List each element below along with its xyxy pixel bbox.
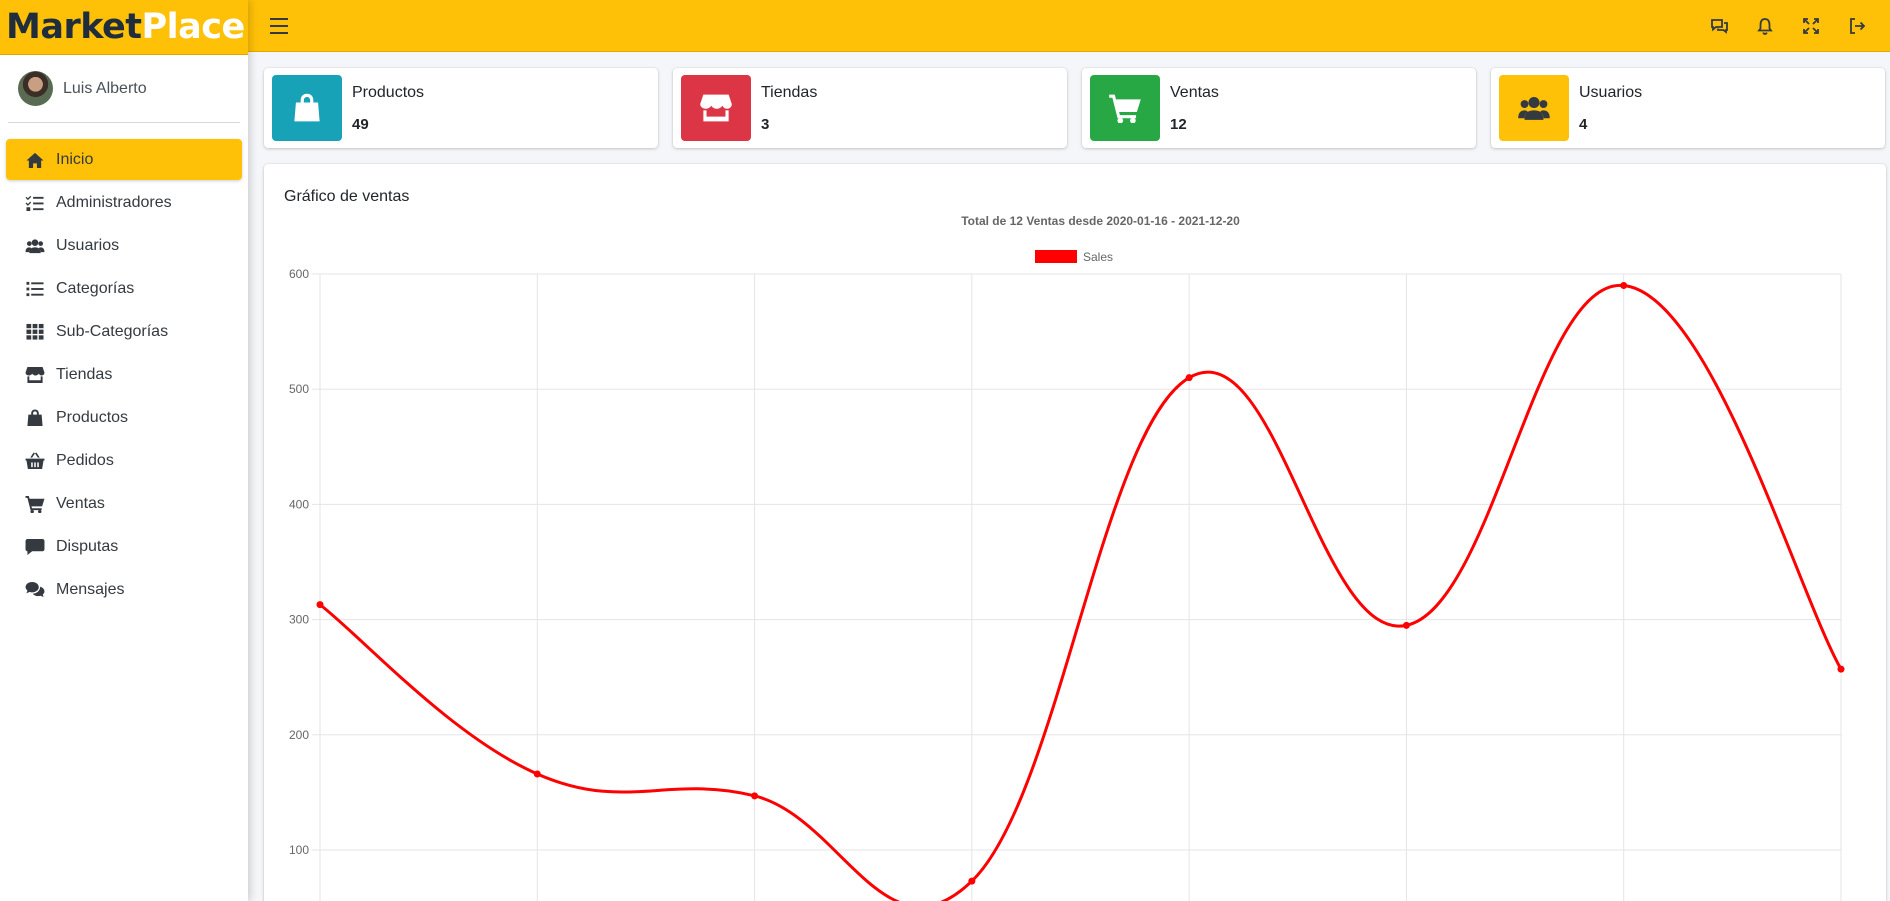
comment-icon	[24, 538, 46, 556]
y-tick-label: 200	[289, 728, 309, 742]
sidebar-item-label: Tiendas	[56, 365, 113, 383]
stat-card-value: 49	[352, 115, 369, 133]
sidebar-item-label: Inicio	[56, 150, 94, 168]
sidebar-item-label: Categorías	[56, 279, 135, 297]
y-tick-label: 500	[289, 382, 309, 396]
sales-chart-panel: Gráfico de ventas Total de 12 Ventas des…	[264, 164, 1886, 901]
list-icon	[24, 280, 46, 298]
stat-card-value: 12	[1170, 115, 1187, 133]
sidebar: MarketPlace Luis Alberto Inicio Administr…	[0, 0, 248, 901]
sidebar-item-productos[interactable]: Productos	[6, 397, 242, 438]
sidebar-item-label: Ventas	[56, 494, 105, 512]
logout-icon[interactable]	[1834, 6, 1880, 46]
sidebar-item-label: Usuarios	[56, 236, 120, 254]
sidebar-item-label: Mensajes	[56, 580, 125, 598]
legend-label: Sales	[1083, 250, 1113, 264]
stat-card-tiendas[interactable]: Tiendas 3	[673, 68, 1067, 148]
sidebar-item-label: Pedidos	[56, 451, 114, 469]
sidebar-item-administradores[interactable]: Administradores	[6, 182, 242, 223]
bell-icon[interactable]	[1742, 6, 1788, 46]
users-icon	[24, 237, 46, 255]
sidebar-item-label: Productos	[56, 408, 129, 426]
data-point	[751, 792, 759, 800]
stat-card-label: Usuarios	[1579, 83, 1643, 101]
y-tick-label: 600	[289, 267, 309, 281]
stat-card-value: 4	[1579, 115, 1588, 133]
list-check-icon	[24, 194, 46, 212]
cart-icon	[1090, 75, 1160, 141]
brand-logo[interactable]: MarketPlace	[0, 0, 248, 55]
stat-card-ventas[interactable]: Ventas 12	[1082, 68, 1476, 148]
brand-logo-part2: Place	[141, 6, 246, 47]
sidebar-item-usuarios[interactable]: Usuarios	[6, 225, 242, 266]
brand-logo-part1: Market	[6, 6, 142, 47]
user-panel[interactable]: Luis Alberto	[8, 55, 240, 123]
sidebar-item-tiendas[interactable]: Tiendas	[6, 354, 242, 395]
store-icon	[24, 366, 46, 384]
stat-card-label: Ventas	[1170, 83, 1219, 101]
sidebar-item-label: Sub-Categorías	[56, 322, 169, 340]
stat-cards: Productos 49 Tiendas 3 Ventas 12 Usuarios 4	[264, 68, 1886, 148]
stat-card-label: Productos	[352, 83, 425, 101]
avatar[interactable]	[18, 71, 53, 106]
cart-icon	[24, 495, 46, 513]
data-point	[533, 770, 541, 778]
data-point	[1620, 282, 1628, 290]
shopping-bag-icon	[24, 408, 46, 427]
y-tick-label: 300	[289, 613, 309, 627]
sidebar-item-sub-categorias[interactable]: Sub-Categorías	[6, 311, 242, 352]
shopping-bag-icon	[272, 75, 342, 141]
sidebar-item-label: Disputas	[56, 537, 119, 555]
data-point	[968, 877, 976, 885]
sidebar-item-inicio[interactable]: Inicio	[6, 139, 242, 180]
y-tick-label: 100	[289, 843, 309, 857]
basket-icon	[24, 451, 46, 470]
expand-icon[interactable]	[1788, 6, 1834, 46]
sidebar-item-pedidos[interactable]: Pedidos	[6, 440, 242, 481]
user-name[interactable]: Luis Alberto	[63, 80, 147, 98]
data-point	[1402, 621, 1410, 629]
sidebar-item-label: Administradores	[56, 193, 172, 211]
y-tick-label: 400	[289, 497, 309, 511]
sales-series-line	[319, 283, 1843, 901]
chat-icon[interactable]	[1696, 6, 1742, 46]
topbar-icons	[1696, 6, 1880, 46]
home-icon	[24, 151, 46, 169]
users-icon	[1499, 75, 1569, 141]
stat-card-productos[interactable]: Productos 49	[264, 68, 658, 148]
stat-card-usuarios[interactable]: Usuarios 4	[1491, 68, 1885, 148]
sidebar-nav: Inicio Administradores Usuarios Categorías S…	[0, 123, 248, 610]
legend-swatch	[1035, 250, 1077, 263]
chart-title: Total de 12 Ventas desde 2020-01-16 - 20…	[961, 214, 1240, 228]
sidebar-item-ventas[interactable]: Ventas	[6, 483, 242, 524]
menu-toggle-icon[interactable]	[270, 17, 288, 34]
data-point	[1185, 374, 1193, 382]
data-point	[316, 601, 324, 609]
sales-chart: Total de 12 Ventas desde 2020-01-16 - 20…	[289, 214, 1845, 901]
data-point	[1837, 665, 1845, 673]
comments-icon	[24, 581, 46, 599]
sidebar-item-disputas[interactable]: Disputas	[6, 526, 242, 567]
stat-card-value: 3	[761, 115, 770, 133]
stat-card-label: Tiendas	[761, 83, 818, 101]
store-icon	[681, 75, 751, 141]
grid-icon	[24, 323, 46, 341]
sidebar-item-categorias[interactable]: Categorías	[6, 268, 242, 309]
sidebar-item-mensajes[interactable]: Mensajes	[6, 569, 242, 610]
topbar	[248, 0, 1890, 52]
